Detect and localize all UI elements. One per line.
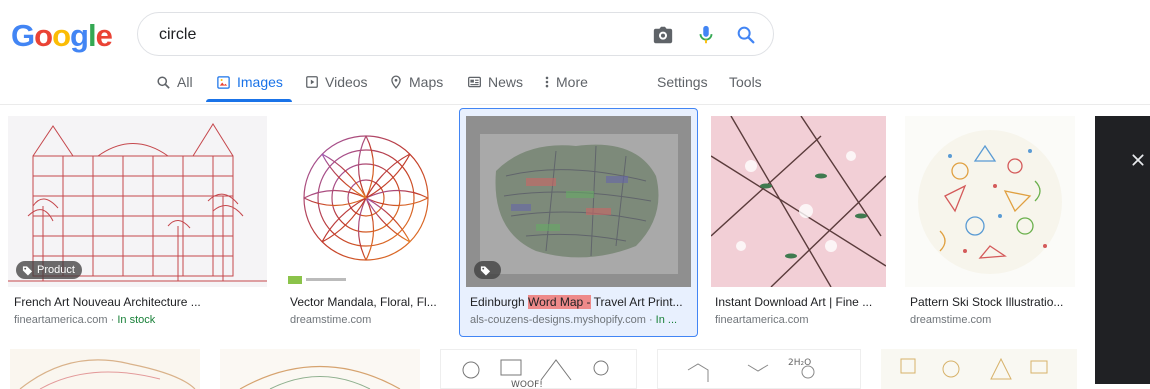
result-thumbnail[interactable]: WOOF! [440,349,637,389]
result-source[interactable]: dreamstime.com [910,314,991,326]
title-part: Edinburgh [470,295,529,309]
result-source[interactable]: dreamstime.com [290,314,371,326]
image-icon [217,75,230,89]
video-icon [306,76,318,88]
badge-label: Product [37,264,75,276]
result-title[interactable]: Pattern Ski Stock Illustratio... [910,295,1063,309]
logo-letter: g [70,18,89,53]
result-thumbnail[interactable] [905,116,1075,287]
image-result[interactable]: Instant Download Art | Fine ... finearta… [711,116,887,331]
pattern-image [900,357,1048,380]
google-logo[interactable]: Google [11,18,113,54]
title-highlight: Word Map - [528,295,591,309]
camera-icon[interactable] [652,24,674,46]
tab-videos[interactable]: Videos [305,62,368,102]
microphone-icon[interactable] [695,24,717,46]
ski-pattern-image [905,116,1075,287]
mandala-image [288,135,429,284]
search-input[interactable] [157,23,641,47]
result-thumbnail[interactable]: Product [8,116,267,287]
doodle-image: WOOF! [462,359,609,389]
search-box [137,12,774,56]
tag-icon [22,265,33,276]
logo-letter: o [52,18,71,53]
tab-news[interactable]: News [467,62,523,102]
in-stock-label: In ... [655,314,678,326]
result-title[interactable]: Vector Mandala, Floral, Fl... [290,295,437,309]
image-result[interactable]: Vector Mandala, Floral, Fl... dreamstime… [286,116,446,331]
tab-label: Settings [657,74,708,90]
tab-label: Videos [325,74,368,90]
result-source[interactable]: fineartamerica.com [715,314,809,326]
result-source[interactable]: als-couzens-designs.myshopify.com · In .… [470,314,677,326]
tab-label: Images [237,74,283,90]
result-thumbnail[interactable]: 2H₂O [657,349,861,389]
image-result[interactable]: Pattern Ski Stock Illustratio... dreamst… [905,116,1077,331]
word-map-image [466,116,691,287]
logo-letter: l [87,18,97,53]
chemistry-doodle-image: 2H₂O [687,358,815,382]
tab-label: Tools [729,74,762,90]
search-icon [157,75,170,89]
close-icon[interactable] [1131,153,1145,167]
tab-label: News [488,74,524,90]
result-thumbnail[interactable] [466,116,691,287]
result-thumbnail[interactable] [881,349,1077,389]
logo-letter: G [11,18,35,53]
separator: · [110,314,115,326]
result-thumbnail[interactable] [220,349,420,389]
tools-link[interactable]: Tools [729,62,762,102]
image-result[interactable]: Product French Art Nouveau Architecture … [8,116,268,331]
svg-text:WOOF!: WOOF! [511,380,543,389]
product-badge [474,261,501,279]
title-part: Travel Art Print... [590,295,683,309]
product-badge: Product [16,261,82,279]
tab-label: All [177,74,193,90]
separator: · [648,314,653,326]
tab-maps[interactable]: Maps [389,62,443,102]
source-domain: als-couzens-designs.myshopify.com [470,314,646,326]
tab-images[interactable]: Images [216,62,283,102]
tab-more[interactable]: More [544,62,588,102]
result-thumbnail[interactable] [711,116,886,287]
source-domain: fineartamerica.com [14,314,108,326]
settings-link[interactable]: Settings [657,62,708,102]
tab-label: Maps [409,74,444,90]
search-tabs: All Images Videos Maps News More Setting… [0,62,1150,105]
tag-icon [480,265,491,276]
preview-panel [1095,116,1150,384]
tab-all[interactable]: All [156,62,193,102]
news-icon [468,76,481,88]
result-title[interactable]: French Art Nouveau Architecture ... [14,295,201,309]
result-title[interactable]: Instant Download Art | Fine ... [715,295,872,309]
result-thumbnail[interactable] [10,349,200,389]
logo-letter: o [34,18,53,53]
result-source[interactable]: fineartamerica.com · In stock [14,314,155,326]
svg-text:2H₂O: 2H₂O [788,358,811,368]
search-icon[interactable] [735,24,757,46]
image-result-selected[interactable]: Edinburgh Word Map - Travel Art Print...… [466,116,694,331]
sketch-image [19,359,196,389]
result-thumbnail[interactable] [286,116,446,287]
floral-painting-image [711,116,886,287]
map-pin-icon [391,75,401,89]
more-vert-icon [545,76,549,88]
active-tab-indicator [206,99,292,102]
tab-label: More [556,74,588,90]
sketch-image [239,365,401,389]
logo-letter: e [95,18,113,53]
result-title[interactable]: Edinburgh Word Map - Travel Art Print... [470,295,683,309]
in-stock-label: In stock [117,314,156,326]
